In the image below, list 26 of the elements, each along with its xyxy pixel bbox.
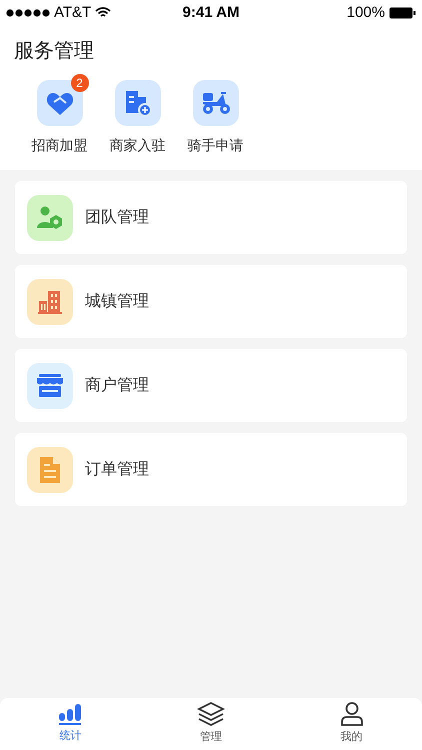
menu-card[interactable]: 城镇管理: [15, 265, 407, 338]
storefront-icon: [36, 372, 64, 398]
tab-item[interactable]: 统计: [0, 698, 141, 750]
user-icon: [340, 702, 363, 726]
bar-chart-icon: [58, 703, 82, 726]
quick-action[interactable]: 商家入驻: [105, 80, 170, 156]
buildings-icon: [37, 288, 63, 314]
menu-card[interactable]: 商户管理: [15, 349, 407, 422]
layers-icon: [197, 702, 225, 726]
battery-percent: 100%: [346, 2, 385, 23]
battery-icon: [389, 7, 416, 19]
quick-action[interactable]: 骑手申请: [183, 80, 248, 156]
notification-badge: 2: [70, 74, 88, 92]
menu-card[interactable]: 订单管理: [15, 433, 407, 506]
page-title: 服务管理: [13, 39, 95, 64]
tab-item[interactable]: 管理: [140, 698, 282, 750]
carrier-name: AT&T: [54, 2, 92, 23]
tab-item[interactable]: 我的: [281, 698, 422, 750]
person-gear-icon: [36, 206, 64, 230]
wifi-icon: [95, 7, 112, 19]
document-icon: [38, 456, 62, 484]
clock-time: 9:41 AM: [182, 2, 240, 23]
building-plus-icon: [124, 89, 152, 117]
menu-card[interactable]: 团队管理: [15, 181, 407, 254]
scooter-icon: [200, 90, 230, 116]
signal-icon: [6, 9, 50, 17]
